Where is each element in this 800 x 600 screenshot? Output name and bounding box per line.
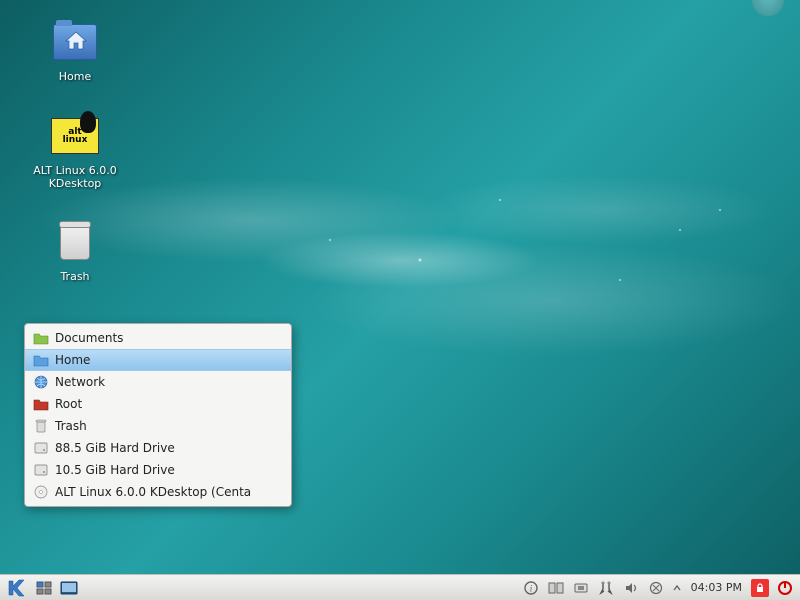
activity-switcher-button[interactable] <box>33 578 55 598</box>
harddrive-icon <box>33 462 49 478</box>
logout-button[interactable] <box>774 578 796 598</box>
menu-item-optical[interactable]: ALT Linux 6.0.0 KDesktop (Centa <box>25 481 291 503</box>
home-folder-icon <box>51 18 99 66</box>
volume-tray-icon[interactable] <box>620 578 642 598</box>
desktop-icon-label: Home <box>59 70 91 83</box>
globe-icon <box>33 374 49 390</box>
menu-item-root[interactable]: Root <box>25 393 291 415</box>
trash-small-icon <box>33 418 49 434</box>
systray-expand-arrow[interactable] <box>670 578 684 598</box>
network-tray-icon[interactable] <box>645 578 667 598</box>
menu-item-trash[interactable]: Trash <box>25 415 291 437</box>
info-tray-icon[interactable]: i <box>520 578 542 598</box>
menu-item-home[interactable]: Home <box>25 349 291 371</box>
kde-kickoff-launcher[interactable] <box>4 577 30 599</box>
folder-blue-icon <box>33 352 49 368</box>
taskbar-panel: i 04:03 PM <box>0 574 800 600</box>
desktop-icon-label: Trash <box>60 270 89 283</box>
menu-item-label: Trash <box>55 419 87 433</box>
menu-item-label: Documents <box>55 331 123 345</box>
show-desktop-button[interactable] <box>58 578 80 598</box>
menu-item-documents[interactable]: Documents <box>25 327 291 349</box>
harddrive-icon <box>33 440 49 456</box>
menu-item-label: 88.5 GiB Hard Drive <box>55 441 175 455</box>
desktop-icon-label: ALT Linux 6.0.0 KDesktop <box>30 164 120 190</box>
folder-red-icon <box>33 396 49 412</box>
menu-item-network[interactable]: Network <box>25 371 291 393</box>
panel-clock[interactable]: 04:03 PM <box>687 581 746 594</box>
trash-icon <box>51 218 99 266</box>
menu-item-drive-1[interactable]: 88.5 GiB Hard Drive <box>25 437 291 459</box>
klipper-tray-icon[interactable] <box>595 578 617 598</box>
desktop-icon-trash[interactable]: Trash <box>30 218 120 283</box>
desktop-area[interactable]: Home alt linux ALT Linux 6.0.0 KDesktop … <box>0 0 800 574</box>
menu-item-label: Home <box>55 353 90 367</box>
device-notifier-icon[interactable] <box>570 578 592 598</box>
menu-item-label: Network <box>55 375 105 389</box>
menu-item-label: 10.5 GiB Hard Drive <box>55 463 175 477</box>
disc-icon <box>33 484 49 500</box>
menu-item-label: Root <box>55 397 82 411</box>
places-popup-menu: Documents Home Network Root Trash 88.5 G… <box>24 323 292 507</box>
menu-item-drive-2[interactable]: 10.5 GiB Hard Drive <box>25 459 291 481</box>
pager-tray-icon[interactable] <box>545 578 567 598</box>
lock-screen-button[interactable] <box>749 578 771 598</box>
folder-green-icon <box>33 330 49 346</box>
desktop-icon-altlinux[interactable]: alt linux ALT Linux 6.0.0 KDesktop <box>30 112 120 190</box>
desktop-icon-home[interactable]: Home <box>30 18 120 83</box>
menu-item-label: ALT Linux 6.0.0 KDesktop (Centa <box>55 485 251 499</box>
svg-text:i: i <box>529 583 532 593</box>
altlinux-logo-icon: alt linux <box>51 112 99 160</box>
